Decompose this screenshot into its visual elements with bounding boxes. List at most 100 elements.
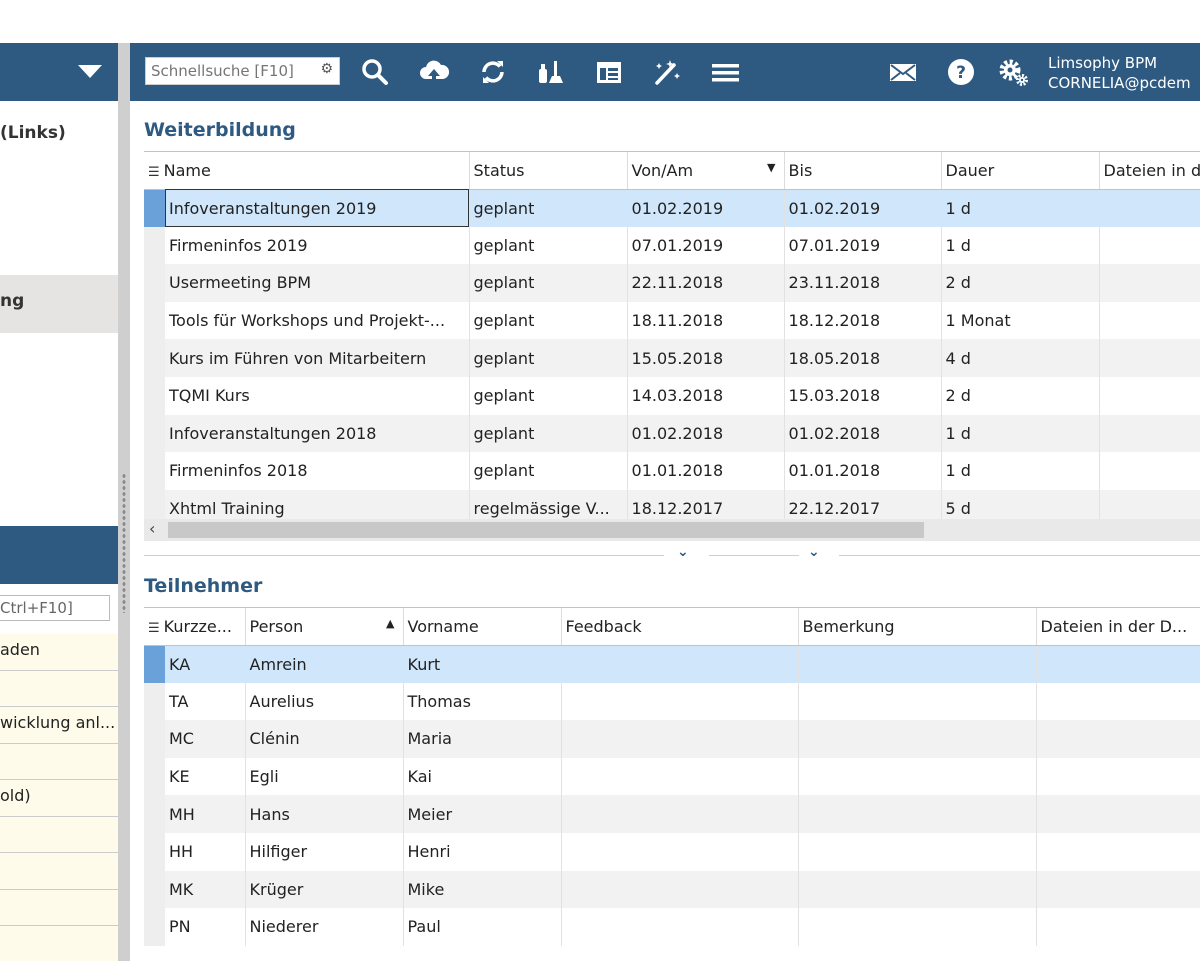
table-cell[interactable]	[561, 682, 799, 721]
row-selector[interactable]	[144, 452, 165, 490]
list-item[interactable]	[0, 890, 118, 926]
table-row[interactable]: MC Clénin Maria	[144, 720, 1200, 758]
row-selector[interactable]	[144, 757, 165, 796]
table-cell[interactable]: 1 d	[941, 189, 1100, 227]
column-header-name[interactable]: ☰ Name	[144, 152, 470, 190]
left-search-input[interactable]: Ctrl+F10]	[0, 595, 110, 621]
table-cell[interactable]	[1099, 376, 1200, 415]
table-cell[interactable]: 18.12.2017	[627, 489, 785, 519]
table-cell[interactable]	[561, 645, 799, 683]
table-cell[interactable]	[1036, 908, 1200, 946]
table-cell[interactable]: Kurs im Führen von Mitarbeitern	[165, 339, 470, 377]
table-row[interactable]: Infoveranstaltungen 2018 geplant 01.02.201…	[144, 414, 1200, 453]
table-cell[interactable]: 18.05.2018	[784, 339, 942, 377]
table-cell[interactable]: PN	[165, 908, 246, 946]
list-item[interactable]: wicklung anl...	[0, 707, 118, 744]
column-chooser-icon[interactable]: ☰	[148, 621, 160, 636]
table-cell[interactable]: Henri	[403, 832, 562, 871]
cloud-upload-icon[interactable]	[417, 55, 451, 89]
table-cell[interactable]: 23.11.2018	[784, 264, 942, 302]
table-row[interactable]: PN Niederer Paul	[144, 908, 1200, 946]
table-cell[interactable]: 22.12.2017	[784, 489, 942, 519]
table-cell[interactable]	[1099, 489, 1200, 519]
table-cell[interactable]: Clénin	[245, 720, 404, 758]
table-cell[interactable]: 1 d	[941, 226, 1100, 265]
row-selector[interactable]	[144, 908, 165, 946]
table-cell[interactable]: KE	[165, 757, 246, 796]
table-cell[interactable]: 2 d	[941, 376, 1100, 415]
table-cell[interactable]	[1099, 264, 1200, 302]
table-cell[interactable]: Thomas	[403, 682, 562, 721]
table-cell[interactable]: Infoveranstaltungen 2019	[165, 189, 470, 227]
table-cell[interactable]	[1036, 720, 1200, 758]
table-cell[interactable]: 07.01.2019	[627, 226, 785, 265]
row-selector[interactable]	[144, 189, 165, 227]
column-header-dateien[interactable]: Dateien in der D...	[1036, 608, 1200, 646]
table-cell[interactable]: Niederer	[245, 908, 404, 946]
table-cell[interactable]: Hans	[245, 795, 404, 833]
table-cell[interactable]: geplant	[469, 301, 628, 340]
table-row[interactable]: KE Egli Kai	[144, 757, 1200, 796]
table-cell[interactable]	[798, 682, 1037, 721]
table-cell[interactable]: MH	[165, 795, 246, 833]
table-row[interactable]: KA Amrein Kurt	[144, 645, 1200, 683]
quick-search-input[interactable]	[146, 58, 311, 84]
table-row[interactable]: Usermeeting BPM geplant 22.11.2018 23.11.20…	[144, 264, 1200, 302]
table-cell[interactable]	[1036, 795, 1200, 833]
table-cell[interactable]	[798, 795, 1037, 833]
table-cell[interactable]	[561, 870, 799, 909]
table-cell[interactable]: 4 d	[941, 339, 1100, 377]
table-cell[interactable]	[1036, 645, 1200, 683]
scroll-left-icon[interactable]: ‹	[149, 519, 155, 538]
table-cell[interactable]: 14.03.2018	[627, 376, 785, 415]
table-cell[interactable]: Maria	[403, 720, 562, 758]
refresh-icon[interactable]	[476, 55, 510, 89]
row-selector[interactable]	[144, 489, 165, 519]
table-row[interactable]: TA Aurelius Thomas	[144, 682, 1200, 721]
table-cell[interactable]: 15.05.2018	[627, 339, 785, 377]
table-row[interactable]: Firmeninfos 2019 geplant 07.01.2019 07.01.2…	[144, 226, 1200, 265]
table-cell[interactable]: 5 d	[941, 489, 1100, 519]
table-cell[interactable]: geplant	[469, 414, 628, 453]
table-row[interactable]: MK Krüger Mike	[144, 870, 1200, 909]
table-cell[interactable]: Amrein	[245, 645, 404, 683]
layout-icon[interactable]	[592, 55, 626, 89]
column-header-feedback[interactable]: Feedback	[561, 608, 799, 646]
search-options-icon[interactable]: ⚙	[320, 61, 333, 77]
table-cell[interactable]: Firmeninfos 2019	[165, 226, 470, 265]
table-cell[interactable]: 15.03.2018	[784, 376, 942, 415]
row-selector[interactable]	[144, 682, 165, 721]
search-icon[interactable]	[358, 55, 392, 89]
row-selector[interactable]	[144, 720, 165, 758]
clean-icon[interactable]	[534, 55, 568, 89]
table-cell[interactable]: 2 d	[941, 264, 1100, 302]
list-item[interactable]	[0, 853, 118, 890]
table-cell[interactable]: 22.11.2018	[627, 264, 785, 302]
row-selector[interactable]	[144, 414, 165, 453]
table-cell[interactable]	[1099, 301, 1200, 340]
table-cell[interactable]	[1036, 682, 1200, 721]
table-cell[interactable]: 01.02.2018	[784, 414, 942, 453]
table-cell[interactable]	[1036, 870, 1200, 909]
left-nav-selected-item[interactable]: ng	[0, 275, 118, 333]
table-cell[interactable]: 1 d	[941, 414, 1100, 453]
column-header-bis[interactable]: Bis	[784, 152, 942, 190]
table-cell[interactable]: KA	[165, 645, 246, 683]
table-cell[interactable]: Krüger	[245, 870, 404, 909]
section-splitter[interactable]: ⌄ ⌄	[144, 544, 1200, 568]
column-header-bemerkung[interactable]: Bemerkung	[798, 608, 1037, 646]
table-cell[interactable]	[561, 720, 799, 758]
table-cell[interactable]: 1 Monat	[941, 301, 1100, 340]
row-selector[interactable]	[144, 226, 165, 265]
collapse-down-icon[interactable]: ⌄	[677, 544, 689, 560]
table-cell[interactable]: geplant	[469, 189, 628, 227]
table-cell[interactable]: TA	[165, 682, 246, 721]
table-cell[interactable]	[561, 795, 799, 833]
column-header-vorname[interactable]: Vorname	[403, 608, 562, 646]
table-cell[interactable]: Hilfiger	[245, 832, 404, 871]
table-cell[interactable]	[1099, 452, 1200, 490]
table-cell[interactable]	[561, 757, 799, 796]
table-cell[interactable]	[1099, 189, 1200, 227]
table-cell[interactable]	[798, 720, 1037, 758]
row-selector[interactable]	[144, 795, 165, 833]
